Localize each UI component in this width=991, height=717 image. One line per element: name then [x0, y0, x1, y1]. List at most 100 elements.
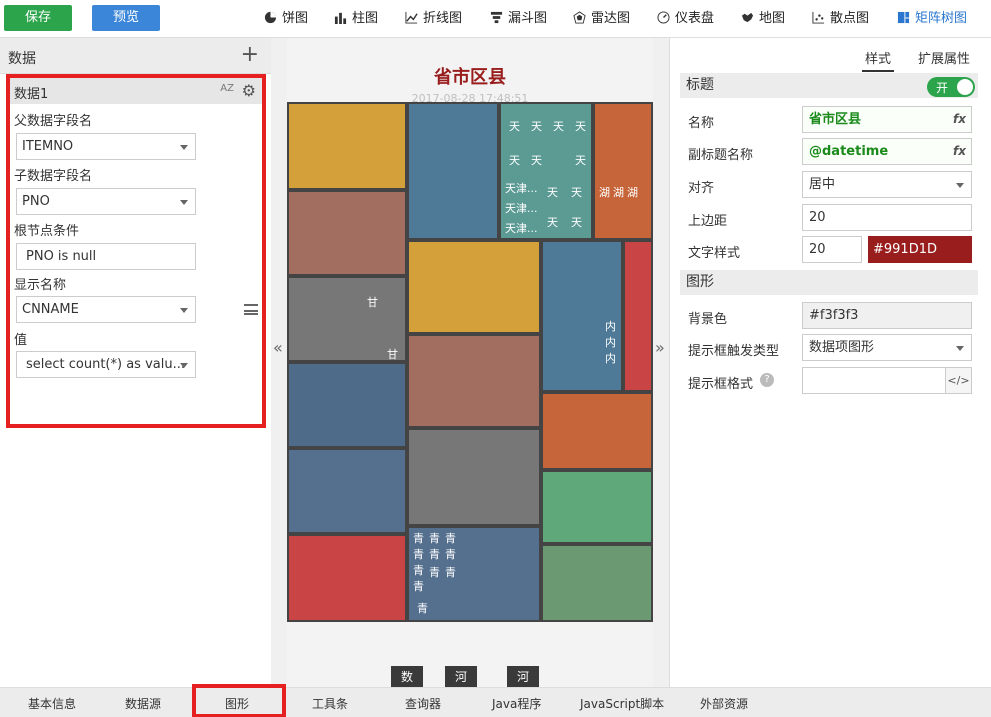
- top-margin-input[interactable]: 20: [802, 204, 972, 231]
- display-name-select[interactable]: CNNAME: [16, 296, 196, 323]
- parent-field-value: ITEMNO: [22, 139, 74, 154]
- treemap-node[interactable]: [407, 428, 541, 526]
- treemap-node[interactable]: [287, 362, 407, 448]
- function-icon[interactable]: fx: [953, 107, 966, 132]
- scatter-chart-tool[interactable]: 散点图: [812, 8, 869, 30]
- line-chart-tool[interactable]: 折线图: [405, 8, 462, 30]
- treemap-node[interactable]: [287, 190, 407, 276]
- treemap-node[interactable]: [541, 544, 653, 622]
- radar-chart-tool[interactable]: 雷达图: [573, 8, 630, 30]
- chart-title: 省市区县: [434, 67, 506, 88]
- scatter-icon: [812, 11, 825, 24]
- radar-icon: [573, 11, 586, 24]
- map-chart-tool[interactable]: 地图: [741, 8, 785, 30]
- treemap-node[interactable]: [541, 470, 653, 544]
- tab-external-resources[interactable]: 外部资源: [700, 695, 748, 712]
- tab-toolbar[interactable]: 工具条: [312, 695, 348, 712]
- bottom-tabs: 基本信息 数据源 图形 工具条 查询器 Java程序 JavaScript脚本 …: [0, 684, 991, 717]
- tab-basic-info[interactable]: 基本信息: [28, 695, 76, 712]
- text-color-picker[interactable]: #991D1D: [868, 236, 972, 263]
- line-chart-icon: [405, 11, 418, 24]
- font-size-input[interactable]: 20: [802, 236, 862, 263]
- treemap-node[interactable]: [541, 392, 653, 470]
- text-color-value: #991D1D: [873, 242, 937, 257]
- sort-az-icon[interactable]: AZ: [220, 83, 234, 94]
- toggle-label: 开: [936, 81, 949, 95]
- tooltip-format-input[interactable]: </>: [802, 367, 972, 394]
- treemap-label: 青: [445, 532, 456, 545]
- treemap-chart-tool[interactable]: 矩阵树图: [897, 8, 967, 30]
- add-icon[interactable]: +: [241, 42, 259, 68]
- subtitle-input[interactable]: @datetime fx: [802, 138, 972, 165]
- code-icon[interactable]: </>: [945, 368, 971, 393]
- funnel-chart-tool[interactable]: 漏斗图: [490, 8, 547, 30]
- breadcrumb-item[interactable]: 河北省: [445, 666, 478, 717]
- treemap-node[interactable]: [407, 334, 541, 428]
- parent-field-select[interactable]: ITEMNO: [16, 133, 196, 160]
- tab-java-program[interactable]: Java程序: [492, 695, 541, 712]
- treemap-label: 青: [413, 548, 424, 561]
- pie-chart-icon: [264, 11, 277, 24]
- child-field-select[interactable]: PNO: [16, 188, 196, 215]
- treemap-label: 湖: [599, 186, 610, 199]
- menu-icon[interactable]: [244, 304, 258, 315]
- chevron-down-icon: [180, 363, 188, 368]
- tab-javascript[interactable]: JavaScript脚本: [580, 695, 664, 712]
- tool-label: 散点图: [830, 11, 870, 26]
- treemap-label: 天: [531, 120, 542, 133]
- gear-icon[interactable]: ⚙: [242, 81, 256, 100]
- treemap-label: 天津...: [505, 222, 538, 235]
- save-button[interactable]: 保存: [4, 5, 72, 31]
- property-panel: 样式 扩展属性 标题 开 名称 省市区县 fx 副标题名称 @datetime …: [669, 38, 991, 687]
- treemap-node[interactable]: [623, 240, 653, 392]
- pie-chart-tool[interactable]: 饼图: [264, 8, 308, 30]
- function-icon[interactable]: fx: [953, 139, 966, 164]
- treemap-node[interactable]: [287, 448, 407, 534]
- treemap-node[interactable]: [593, 102, 653, 240]
- chart-preview-area: « » 省市区县 2017-08-28 17:48:51 天 天 天 天 天 天…: [271, 38, 669, 717]
- treemap-label: 天: [571, 216, 582, 229]
- tool-label: 雷达图: [591, 11, 631, 26]
- root-condition-input[interactable]: PNO is null: [16, 243, 196, 270]
- tab-style[interactable]: 样式: [862, 48, 895, 72]
- tab-data-source[interactable]: 数据源: [125, 695, 161, 712]
- tab-query[interactable]: 查询器: [405, 695, 441, 712]
- child-field-label: 子数据字段名: [14, 169, 93, 184]
- name-label: 名称: [688, 116, 715, 131]
- collapse-right-icon[interactable]: »: [655, 338, 665, 357]
- collapse-left-icon[interactable]: «: [273, 338, 283, 357]
- align-select[interactable]: 居中: [802, 171, 972, 198]
- background-color-label: 背景色: [688, 312, 728, 327]
- help-icon[interactable]: ?: [760, 373, 774, 387]
- bar-chart-icon: [334, 12, 347, 24]
- treemap-node[interactable]: [287, 102, 407, 190]
- gauge-chart-tool[interactable]: 仪表盘: [657, 8, 714, 30]
- treemap-node[interactable]: [407, 240, 541, 334]
- value-select[interactable]: select count(*) as valu...: [16, 351, 196, 378]
- breadcrumb-item[interactable]: 数据1: [391, 666, 424, 717]
- preview-button[interactable]: 预览: [92, 5, 160, 31]
- bar-chart-tool[interactable]: 柱图: [334, 8, 378, 30]
- display-name-value: CNNAME: [22, 302, 79, 317]
- tooltip-trigger-label: 提示框触发类型: [688, 344, 780, 359]
- top-margin-value: 20: [809, 210, 826, 225]
- tool-label: 漏斗图: [508, 11, 548, 26]
- treemap-label: 甘: [387, 348, 398, 361]
- name-input[interactable]: 省市区县 fx: [802, 106, 972, 133]
- tab-extended-properties[interactable]: 扩展属性: [918, 48, 970, 67]
- treemap-label: 天: [509, 154, 520, 167]
- treemap-node[interactable]: [407, 102, 499, 240]
- value-field-value: select count(*) as valu...: [26, 357, 185, 372]
- breadcrumb-item[interactable]: 河北省保定市: [507, 666, 540, 717]
- chart-canvas: 省市区县 2017-08-28 17:48:51 天 天 天 天 天 天 天 天…: [287, 38, 653, 687]
- tab-graph[interactable]: 图形: [225, 695, 249, 712]
- tooltip-trigger-select[interactable]: 数据项图形: [802, 334, 972, 361]
- treemap-label: 内: [605, 320, 616, 333]
- title-toggle[interactable]: 开: [927, 77, 975, 97]
- treemap-node[interactable]: [287, 534, 407, 622]
- treemap-label: 天: [553, 120, 564, 133]
- background-color-input[interactable]: #f3f3f3: [802, 302, 972, 329]
- treemap-node[interactable]: [541, 240, 623, 392]
- name-value: 省市区县: [809, 112, 862, 127]
- treemap-label: 青: [417, 602, 428, 615]
